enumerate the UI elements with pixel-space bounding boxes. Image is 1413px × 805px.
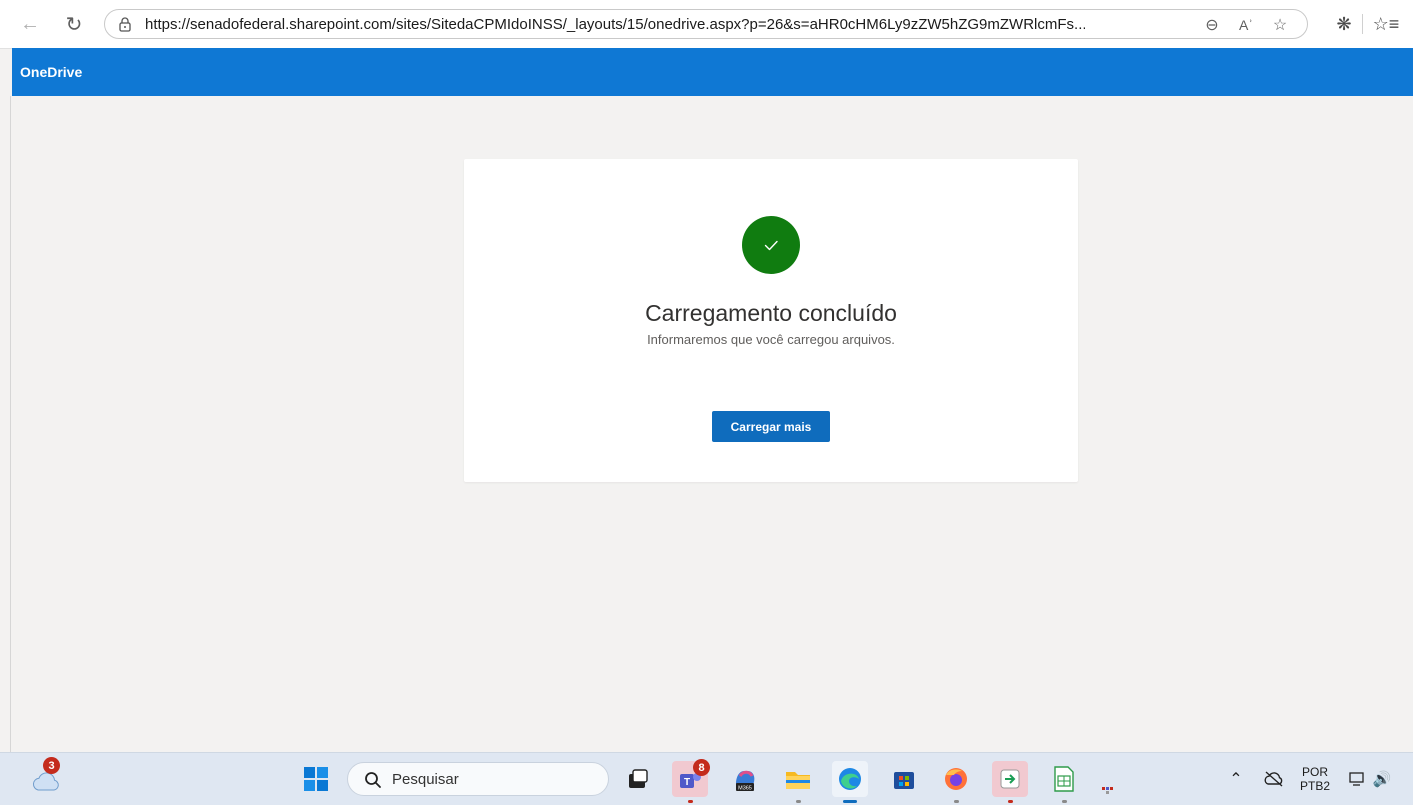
m365-app[interactable]: M365 [727, 761, 763, 797]
partial-app[interactable] [1096, 781, 1120, 801]
weather-badge: 3 [43, 757, 60, 774]
task-view-button[interactable] [620, 761, 656, 797]
url-text[interactable]: https://senadofederal.sharepoint.com/sit… [145, 16, 1085, 33]
app-icon [1102, 787, 1113, 794]
favorite-star-icon[interactable]: ☆ [1269, 14, 1291, 36]
address-bar[interactable]: https://senadofederal.sharepoint.com/sit… [104, 9, 1308, 39]
upload-title: Carregamento concluído [645, 300, 897, 326]
file-explorer-app[interactable] [780, 761, 816, 803]
network-icon[interactable] [1346, 761, 1368, 797]
running-indicator [796, 800, 801, 803]
sign-in-app[interactable] [992, 761, 1028, 803]
onedrive-offline-icon[interactable] [1256, 761, 1292, 797]
running-indicator [1008, 800, 1013, 803]
success-check-icon [742, 216, 800, 274]
lock-icon[interactable] [117, 16, 133, 32]
app-name[interactable]: OneDrive [20, 64, 82, 80]
edge-icon [839, 768, 861, 790]
svg-text:T: T [684, 777, 690, 788]
windows-logo-icon [304, 767, 328, 791]
firefox-app[interactable] [938, 761, 974, 803]
volume-icon[interactable]: 🔊 [1370, 761, 1394, 797]
spreadsheet-app[interactable] [1046, 761, 1082, 803]
m365-icon: M365 [736, 770, 755, 792]
active-indicator [843, 800, 857, 803]
arrow-app-icon [1000, 769, 1020, 789]
teams-app[interactable]: T 8 [672, 759, 710, 803]
upload-complete-card: Carregamento concluído Informaremos que … [464, 159, 1078, 482]
language-code: POR [1302, 765, 1329, 779]
folder-icon [786, 772, 810, 789]
refresh-icon[interactable]: ↻ [60, 10, 88, 38]
running-indicator [688, 800, 693, 803]
browser-toolbar: ← ↻ https://senadofederal.sharepoint.com… [0, 0, 1413, 49]
frame-edge [10, 96, 11, 752]
spreadsheet-icon [1054, 766, 1074, 792]
search-placeholder: Pesquisar [392, 771, 459, 788]
chevron-up-icon[interactable]: ⌃ [1218, 761, 1254, 797]
favorites-list-icon[interactable]: ☆≡ [1372, 10, 1400, 38]
firefox-icon [945, 768, 967, 790]
task-view-icon [629, 769, 648, 788]
read-aloud-icon[interactable]: Aʾ [1235, 14, 1257, 36]
upload-subtitle: Informaremos que você carregou arquivos. [647, 332, 895, 347]
app-header: OneDrive [12, 48, 1413, 96]
running-indicator [1062, 800, 1067, 803]
toolbar-divider [1362, 14, 1363, 34]
store-icon [894, 772, 914, 789]
taskbar: 3 Pesquisar T 8 M365 ⌃ POR PTB2 🔊 [0, 752, 1413, 805]
extensions-icon[interactable]: ❋ [1330, 10, 1358, 38]
edge-app[interactable] [832, 761, 868, 803]
teams-badge: 8 [693, 759, 710, 776]
m365-label: M365 [738, 786, 752, 792]
search-icon [365, 772, 381, 788]
store-app[interactable] [886, 761, 922, 797]
upload-more-button[interactable]: Carregar mais [712, 411, 830, 442]
running-indicator [954, 800, 959, 803]
weather-widget[interactable]: 3 [28, 757, 64, 797]
input-language[interactable]: POR PTB2 [1300, 765, 1330, 793]
keyboard-layout: PTB2 [1300, 779, 1331, 793]
taskbar-search[interactable]: Pesquisar [347, 762, 609, 796]
start-button[interactable] [298, 761, 334, 797]
zoom-out-icon[interactable]: ⊖ [1201, 14, 1223, 36]
back-icon[interactable]: ← [16, 10, 44, 38]
